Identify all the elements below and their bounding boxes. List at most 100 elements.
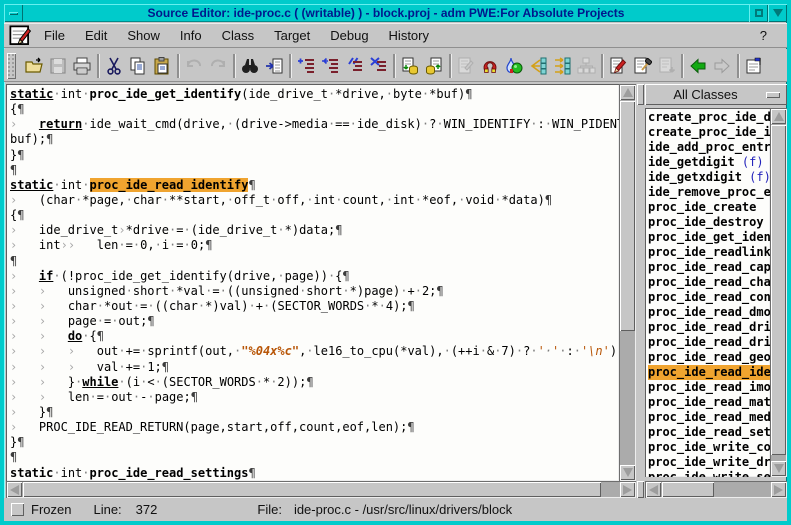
editor-vscroll-thumb[interactable]: [620, 101, 635, 331]
annotate-button[interactable]: [606, 53, 630, 79]
class-list-item[interactable]: proc_ide_create: [648, 200, 770, 215]
titlebar[interactable]: Source Editor: ide-proc.c ( (writable) )…: [4, 4, 787, 22]
cut-button[interactable]: [102, 53, 126, 79]
class-list-item[interactable]: create_proc_ide_interfaces: [648, 125, 770, 140]
window-shade-button[interactable]: [768, 4, 787, 22]
save-floppy-icon: [48, 56, 68, 76]
magnet-button[interactable]: [478, 53, 502, 79]
menu-info[interactable]: Info: [170, 25, 212, 46]
editor-hscroll-thumb[interactable]: [23, 482, 601, 497]
scroll-left-button[interactable]: [646, 482, 661, 497]
merge-collapse-button[interactable]: [526, 53, 550, 79]
class-listbox: create_proc_ide_drivescreate_proc_ide_in…: [645, 108, 787, 477]
pane-sash-handle[interactable]: [637, 481, 644, 498]
indent-remove-button[interactable]: [318, 53, 342, 79]
class-list-item[interactable]: proc_ide_read_capacity: [648, 260, 770, 275]
class-list-item[interactable]: proc_ide_write_settings: [648, 470, 770, 477]
class-list-item[interactable]: proc_ide_read_geometry: [648, 350, 770, 365]
document-red-pencil-icon: [608, 56, 628, 76]
print-button[interactable]: [70, 53, 94, 79]
uncomment-button[interactable]: [366, 53, 390, 79]
edit-template-button[interactable]: [454, 53, 478, 79]
scroll-down-button[interactable]: [771, 461, 786, 476]
editor-horizontal-scrollbar[interactable]: [6, 481, 636, 498]
menu-show[interactable]: Show: [117, 25, 170, 46]
class-list-item[interactable]: proc_ide_read_settings: [648, 425, 770, 440]
maximize-button[interactable]: [749, 4, 768, 22]
menu-file[interactable]: File: [34, 25, 75, 46]
class-list-item[interactable]: proc_ide_read_identify: [648, 365, 770, 380]
class-list[interactable]: create_proc_ide_drivescreate_proc_ide_in…: [645, 108, 770, 477]
class-list-item[interactable]: proc_ide_read_media: [648, 410, 770, 425]
class-list-item[interactable]: proc_ide_destroy: [648, 215, 770, 230]
properties-button[interactable]: [742, 53, 766, 79]
class-list-item[interactable]: proc_ide_read_drivers: [648, 335, 770, 350]
toolbar-separator: [233, 54, 235, 78]
find-button[interactable]: [238, 53, 262, 79]
open-button[interactable]: [22, 53, 46, 79]
redo-button[interactable]: [206, 53, 230, 79]
copy-icon: [128, 56, 148, 76]
copy-button[interactable]: [126, 53, 150, 79]
class-list-item[interactable]: ide_add_proc_entries: [648, 140, 770, 155]
check-in-button[interactable]: [422, 53, 446, 79]
class-list-item[interactable]: proc_ide_readlink: [648, 245, 770, 260]
class-list-item[interactable]: proc_ide_read_channel: [648, 275, 770, 290]
menu-debug[interactable]: Debug: [320, 25, 378, 46]
option-menu-indicator-icon: [766, 92, 780, 98]
save-button[interactable]: [46, 53, 70, 79]
class-list-item[interactable]: proc_ide_read_driver: [648, 320, 770, 335]
hierarchy-button[interactable]: [574, 53, 598, 79]
class-list-item[interactable]: proc_ide_write_driver: [648, 455, 770, 470]
menu-edit[interactable]: Edit: [75, 25, 117, 46]
class-horizontal-scrollbar[interactable]: [645, 481, 787, 498]
scroll-right-button[interactable]: [620, 482, 635, 497]
merge-expand-button[interactable]: [550, 53, 574, 79]
class-list-item[interactable]: create_proc_ide_drives: [648, 110, 770, 125]
scroll-left-button[interactable]: [7, 482, 22, 497]
menu-help[interactable]: ?: [754, 25, 773, 46]
class-list-item[interactable]: ide_getdigit (f): [648, 155, 770, 170]
check-out-button[interactable]: [398, 53, 422, 79]
window-title: Source Editor: ide-proc.c ( (writable) )…: [23, 6, 749, 20]
menu-target[interactable]: Target: [264, 25, 320, 46]
navigate-back-button[interactable]: [686, 53, 710, 79]
class-list-item[interactable]: ide_getxdigit (f): [648, 170, 770, 185]
indent-remove-icon: [320, 56, 340, 76]
forward-arrow-disabled-icon: [712, 56, 732, 76]
build-button[interactable]: [630, 53, 654, 79]
class-list-item[interactable]: ide_remove_proc_entries: [648, 185, 770, 200]
colorize-button[interactable]: [502, 53, 526, 79]
menu-class[interactable]: Class: [212, 25, 265, 46]
navigate-forward-button[interactable]: [710, 53, 734, 79]
class-list-item[interactable]: proc_ide_read_config: [648, 290, 770, 305]
export-button[interactable]: [654, 53, 678, 79]
class-hscroll-thumb[interactable]: [662, 482, 714, 497]
hierarchy-disabled-icon: [576, 56, 596, 76]
frozen-checkbox[interactable]: [11, 503, 24, 516]
class-vertical-scrollbar[interactable]: [770, 108, 787, 477]
scroll-right-button[interactable]: [771, 482, 786, 497]
toolbar-grip[interactable]: [7, 53, 16, 79]
class-vscroll-thumb[interactable]: [771, 125, 786, 455]
pane-sash[interactable]: [637, 84, 644, 105]
scroll-up-button[interactable]: [620, 85, 635, 100]
menu-history[interactable]: History: [379, 25, 439, 46]
window-menu-button[interactable]: [4, 4, 23, 22]
indent-add-button[interactable]: [294, 53, 318, 79]
paste-button[interactable]: [150, 53, 174, 79]
code-area[interactable]: static·int·proc_ide_get_identify(ide_dri…: [6, 84, 619, 481]
scroll-up-button[interactable]: [771, 109, 786, 124]
find-next-button[interactable]: [262, 53, 286, 79]
class-list-item[interactable]: proc_ide_write_config: [648, 440, 770, 455]
class-list-item[interactable]: proc_ide_read_mate: [648, 395, 770, 410]
class-list-item[interactable]: proc_ide_get_identify: [648, 230, 770, 245]
editor-vertical-scrollbar[interactable]: [619, 84, 636, 481]
class-filter-dropdown[interactable]: All Classes: [645, 84, 787, 105]
scroll-down-button[interactable]: [620, 465, 635, 480]
class-list-item[interactable]: proc_ide_read_imodel: [648, 380, 770, 395]
comment-button[interactable]: [342, 53, 366, 79]
class-list-item[interactable]: proc_ide_read_dmodel: [648, 305, 770, 320]
printer-icon: [72, 56, 92, 76]
undo-button[interactable]: [182, 53, 206, 79]
